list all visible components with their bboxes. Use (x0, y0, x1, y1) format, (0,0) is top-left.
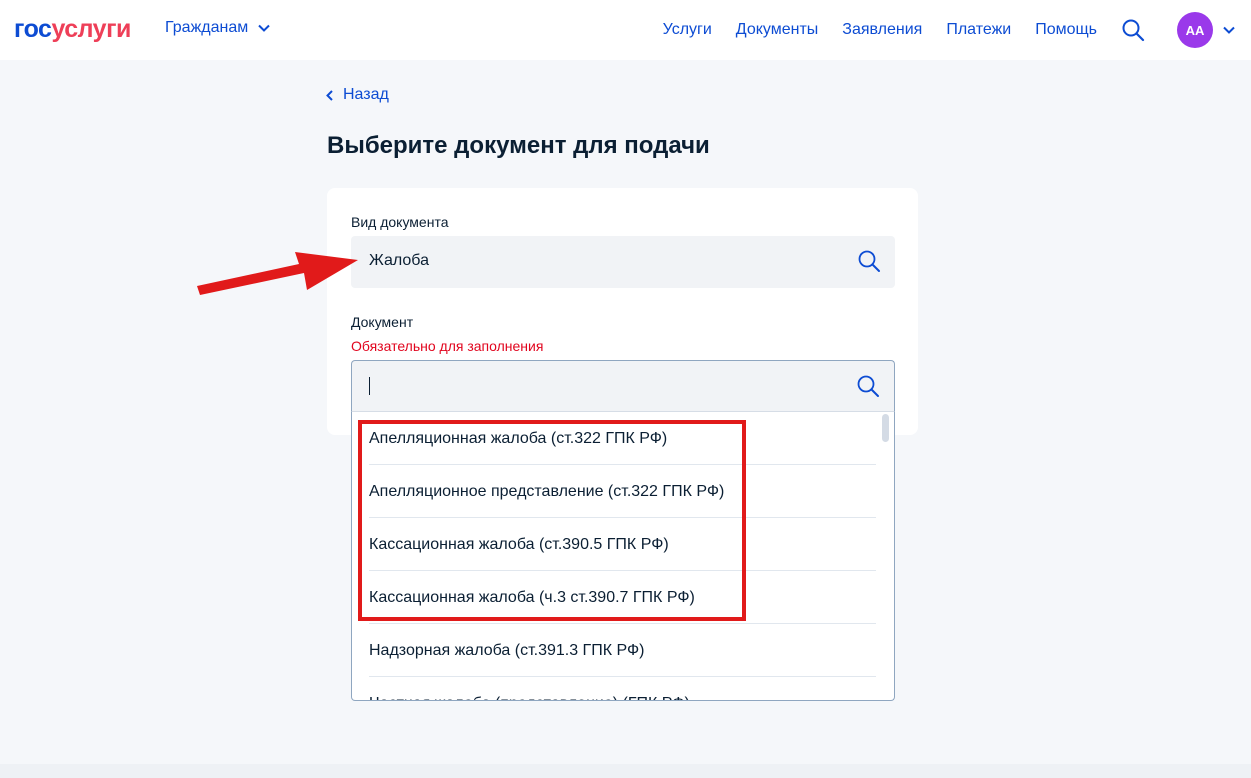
search-icon[interactable] (856, 374, 880, 398)
list-item[interactable]: Кассационная жалоба (ст.390.5 ГПК РФ) (369, 518, 876, 571)
list-item[interactable]: Кассационная жалоба (ч.3 ст.390.7 ГПК РФ… (369, 571, 876, 624)
annotation-arrow-icon (197, 252, 358, 295)
list-scrollbar[interactable] (882, 414, 889, 442)
list-item[interactable]: Надзорная жалоба (ст.391.3 ГПК РФ) (369, 624, 876, 677)
doc-type-value: Жалоба (369, 252, 429, 269)
document-search-input[interactable] (351, 360, 895, 412)
nav-item-applications[interactable]: Заявления (842, 20, 922, 40)
doc-type-label: Вид документа (351, 214, 449, 230)
nav-item-help[interactable]: Помощь (1035, 20, 1097, 40)
avatar: АА (1177, 12, 1213, 48)
list-item[interactable]: Апелляционное представление (ст.322 ГПК … (369, 465, 876, 518)
document-label: Документ (351, 314, 414, 330)
audience-selector[interactable]: Гражданам (165, 18, 270, 38)
search-icon[interactable] (1121, 18, 1145, 42)
audience-label: Гражданам (165, 19, 249, 36)
logo-part1: гос (14, 15, 52, 43)
chevron-down-icon (1223, 26, 1235, 34)
nav-item-documents[interactable]: Документы (736, 20, 818, 40)
gosuslugi-logo[interactable]: госуслуги (14, 14, 131, 44)
doc-type-field[interactable]: Жалоба (351, 236, 895, 288)
logo-part2: услуги (51, 15, 131, 43)
document-options-list[interactable]: Апелляционная жалоба (ст.322 ГПК РФ) Апе… (351, 411, 895, 701)
user-menu[interactable]: АА (1177, 12, 1235, 48)
search-icon[interactable] (857, 249, 881, 273)
main-nav: Услуги Документы Заявления Платежи Помощ… (663, 0, 1251, 60)
text-caret (369, 377, 370, 395)
back-label: Назад (343, 86, 389, 103)
footer-strip (0, 764, 1251, 778)
page-title: Выберите документ для подачи (327, 132, 710, 159)
required-hint: Обязательно для заполнения (351, 338, 544, 354)
nav-item-services[interactable]: Услуги (663, 20, 712, 40)
top-header: госуслуги Гражданам Услуги Документы Зая… (0, 0, 1251, 60)
chevron-left-icon (326, 89, 333, 101)
list-item[interactable]: Апелляционная жалоба (ст.322 ГПК РФ) (369, 412, 876, 465)
back-link[interactable]: Назад (326, 86, 389, 104)
chevron-down-icon (258, 24, 270, 32)
nav-item-payments[interactable]: Платежи (946, 20, 1011, 40)
list-item[interactable]: Частная жалоба (представление) (ГПК РФ) (369, 677, 876, 700)
